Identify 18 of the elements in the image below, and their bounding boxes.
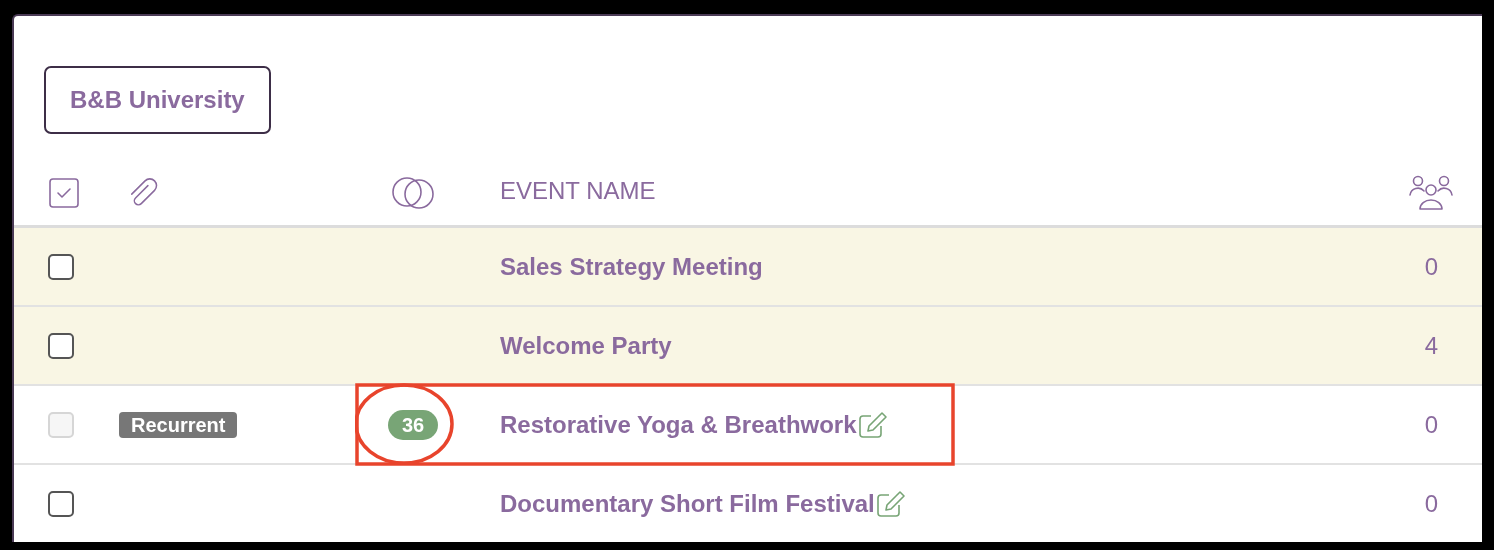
overlapping-circles-icon <box>390 174 436 211</box>
attendee-count: 0 <box>1424 252 1438 280</box>
recurrent-tag: Recurrent <box>119 411 238 438</box>
row-checkbox[interactable] <box>48 332 74 359</box>
checkbox-icon[interactable] <box>48 176 80 209</box>
edit-icon[interactable] <box>875 489 906 518</box>
people-icon <box>1408 173 1454 212</box>
row-checkbox[interactable] <box>48 253 74 280</box>
row-checkbox[interactable] <box>48 490 74 517</box>
filter-button[interactable]: B&B University <box>44 66 271 134</box>
attendee-count: 0 <box>1424 489 1438 517</box>
attendee-count: 0 <box>1424 410 1438 438</box>
event-name-link[interactable]: Documentary Short Film Festival <box>500 485 875 522</box>
attendee-count: 4 <box>1424 331 1438 359</box>
event-name-link[interactable]: Welcome Party <box>500 327 672 364</box>
event-name-link[interactable]: Sales Strategy Meeting <box>500 248 763 285</box>
count-badge: 36 <box>387 409 439 440</box>
column-header[interactable]: EVENT NAME <box>470 177 656 204</box>
